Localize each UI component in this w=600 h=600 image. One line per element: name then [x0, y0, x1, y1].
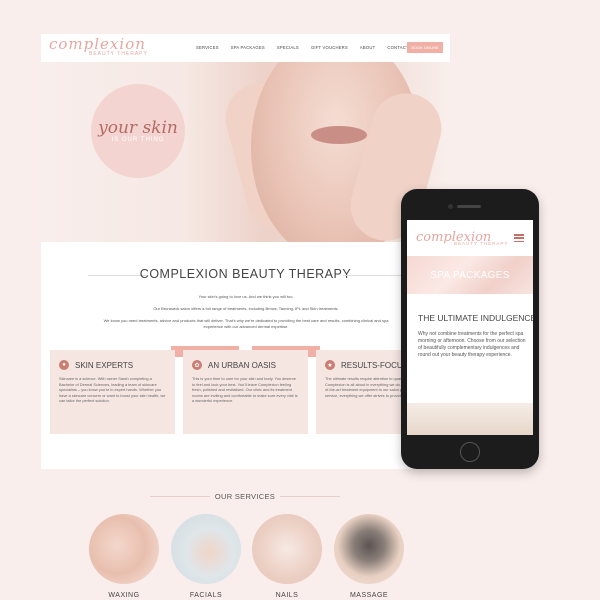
service-label-massage[interactable]: MASSAGE: [334, 592, 404, 599]
mobile-logo[interactable]: complexion BEAUTY THERAPY: [416, 228, 507, 246]
card-title: AN URBAN OASIS: [208, 361, 277, 370]
feature-card-urban-oasis: ✿ AN URBAN OASIS This is your time to ca…: [183, 350, 308, 434]
mobile-banner: SPA PACKAGES: [407, 256, 533, 294]
service-image-massage[interactable]: [334, 514, 404, 584]
feature-card-skin-experts: ● SKIN EXPERTS Skincare is a science. Wi…: [50, 350, 175, 434]
top-nav: complexion BEAUTY THERAPY SERVICES SPA P…: [41, 34, 450, 62]
person-icon: ●: [59, 360, 69, 370]
mobile-heading: THE ULTIMATE INDULGENCE: [418, 313, 533, 323]
service-label-waxing[interactable]: WAXING: [89, 592, 159, 599]
phone-home-button[interactable]: [460, 442, 480, 462]
title-rule-right: [343, 275, 403, 276]
services-rule-right: [280, 496, 340, 497]
service-image-nails[interactable]: [252, 514, 322, 584]
hero-tagline-script: your skin: [98, 118, 178, 138]
card-text: This is your time to care for your skin …: [192, 376, 298, 404]
mobile-logo-subtitle: BEAUTY THERAPY: [454, 241, 509, 246]
hamburger-menu-icon[interactable]: [514, 234, 524, 242]
service-label-nails[interactable]: NAILS: [252, 592, 322, 599]
nav-services[interactable]: SERVICES: [196, 45, 219, 50]
logo-subtitle: BEAUTY THERAPY: [89, 51, 148, 57]
card-text: Skincare is a science. With owner Sarah …: [59, 376, 166, 404]
logo-script: complexion: [49, 35, 146, 53]
book-online-button[interactable]: BOOK ONLINE: [407, 42, 443, 53]
service-image-facials[interactable]: [171, 514, 241, 584]
phone-speaker: [457, 205, 481, 208]
mobile-paragraph: Why not combine treatments for the perfe…: [418, 331, 526, 358]
desktop-site-mockup: complexion BEAUTY THERAPY SERVICES SPA P…: [41, 34, 450, 469]
nav-about[interactable]: ABOUT: [360, 45, 375, 50]
hero-banner: your skin IS OUR THING: [41, 62, 450, 242]
hero-tagline-sub: IS OUR THING: [111, 137, 165, 143]
card-title: SKIN EXPERTS: [75, 361, 134, 370]
intro-paragraph-1: Your skin's going to love us. And we thi…: [198, 294, 294, 299]
nav-spa-packages[interactable]: SPA PACKAGES: [231, 45, 265, 50]
phone-mockup: complexion BEAUTY THERAPY SPA PACKAGES T…: [401, 189, 539, 469]
hero-lips: [311, 126, 367, 144]
leaf-icon: ✿: [192, 360, 202, 370]
intro-paragraph-3: We know you need treatments, advice and …: [103, 318, 389, 329]
intro-title: COMPLEXION BEAUTY THERAPY: [139, 267, 352, 281]
mobile-spa-image: [407, 403, 533, 435]
nav-contact[interactable]: CONTACT: [387, 45, 408, 50]
nav-gift-vouchers[interactable]: GIFT VOUCHERS: [311, 45, 348, 50]
phone-screen: complexion BEAUTY THERAPY SPA PACKAGES T…: [407, 220, 533, 435]
nav-specials[interactable]: SPECIALS: [277, 45, 299, 50]
main-menu: SERVICES SPA PACKAGES SPECIALS GIFT VOUC…: [196, 45, 409, 50]
phone-camera: [448, 204, 453, 209]
service-label-facials[interactable]: FACIALS: [171, 592, 241, 599]
services-title: OUR SERVICES: [214, 492, 276, 501]
site-logo[interactable]: complexion BEAUTY THERAPY: [49, 35, 147, 59]
service-image-waxing[interactable]: [89, 514, 159, 584]
hero-tagline-circle: your skin IS OUR THING: [91, 84, 185, 178]
star-icon: ★: [325, 360, 335, 370]
intro-paragraph-2: Our Brunswick salon offers a full range …: [153, 306, 339, 311]
